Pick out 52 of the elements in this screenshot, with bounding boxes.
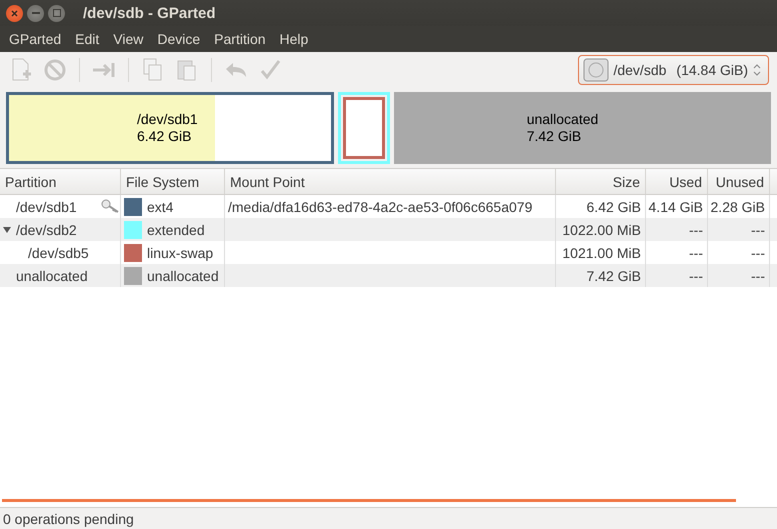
menu-item[interactable]: Device <box>150 31 208 47</box>
used-value: --- <box>689 244 703 260</box>
partition-name: unallocated <box>526 111 598 128</box>
size-value: 6.42 GiB <box>586 198 641 214</box>
menu-item[interactable]: Edit <box>68 31 106 47</box>
maximize-icon <box>52 9 60 17</box>
unallocated-block[interactable]: unallocated 7.42 GiB <box>394 92 771 164</box>
close-icon <box>11 10 18 16</box>
column-header[interactable]: Unused <box>708 169 770 194</box>
maximize-button[interactable] <box>48 4 65 22</box>
menu-item[interactable]: Partition <box>207 31 273 47</box>
used-value: --- <box>689 268 703 284</box>
menu-item[interactable]: View <box>106 31 150 47</box>
used-value: 4.14 GiB <box>648 198 703 214</box>
column-header[interactable]: File System <box>121 169 225 194</box>
close-button[interactable] <box>6 4 23 22</box>
window-title: /dev/sdb - GParted <box>83 4 216 22</box>
file-system: ext4 <box>147 198 174 214</box>
delete-icon[interactable] <box>42 57 68 83</box>
minimize-icon <box>32 12 40 14</box>
column-header[interactable]: Mount Point <box>225 169 556 194</box>
minimize-button[interactable] <box>27 4 44 22</box>
file-system: linux-swap <box>147 244 214 260</box>
unused-value: --- <box>751 244 765 260</box>
file-system: unallocated <box>147 268 219 284</box>
size-value: 7.42 GiB <box>586 268 641 284</box>
mount-point: /media/dfa16d63-ed78-4a2c-ae53-0f06c665a079 <box>228 198 532 214</box>
status-bar: 0 operations pending <box>0 507 777 529</box>
column-header[interactable]: Partition <box>0 169 121 194</box>
scrollbar[interactable] <box>2 499 736 502</box>
unused-value: --- <box>751 222 765 238</box>
column-header[interactable]: Used <box>646 169 708 194</box>
unused-value: --- <box>751 268 765 284</box>
expander-icon[interactable] <box>3 226 11 234</box>
menu-item[interactable]: Help <box>272 31 316 47</box>
partition-name: /dev/sdb5 <box>28 244 89 260</box>
menu-item[interactable]: GParted <box>2 31 68 47</box>
partition-size: 6.42 GiB <box>137 128 192 145</box>
used-value: --- <box>689 222 703 238</box>
spin-arrows-icon <box>752 63 762 77</box>
partition-name: /dev/sdb1 <box>16 198 77 214</box>
partition-name: /dev/sdb2 <box>16 222 77 238</box>
size-value: 1021.00 MiB <box>562 244 641 260</box>
partition-size: 7.42 GiB <box>526 128 582 145</box>
device-selector[interactable]: /dev/sdb (14.84 GiB) <box>578 55 769 85</box>
partition-block[interactable]: /dev/sdb1 6.42 GiB <box>6 92 334 164</box>
column-header[interactable]: Size <box>556 169 646 194</box>
unused-value: 2.28 GiB <box>710 198 765 214</box>
size-value: 1022.00 MiB <box>562 222 641 238</box>
partition-name: /dev/sdb1 <box>137 111 198 128</box>
partition-name: unallocated <box>16 268 88 284</box>
file-system: extended <box>147 222 205 238</box>
